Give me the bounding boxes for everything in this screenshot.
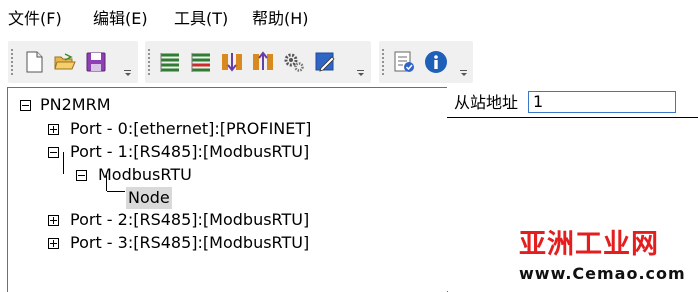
tree-node-port-1[interactable]: Port - 1:[RS485]:[ModbusRTU]	[48, 141, 348, 163]
tree-node-root[interactable]: PN2MRM	[20, 94, 180, 116]
menu-file[interactable]: 文件(F)	[8, 9, 62, 29]
watermark-url: www.Cemao.com	[519, 264, 686, 283]
toolbar-group-help	[379, 41, 473, 83]
toolbar-grip[interactable]	[148, 48, 150, 76]
slave-address-input[interactable]	[528, 91, 676, 113]
tree-label-port-1: Port - 1:[RS485]:[ModbusRTU]	[70, 142, 310, 161]
tree-label-port-3: Port - 3:[RS485]:[ModbusRTU]	[70, 233, 310, 252]
add-port-icon[interactable]	[157, 49, 183, 75]
tree-connector	[107, 191, 125, 192]
device-tree[interactable]: PN2MRM Port - 0:[ethernet]:[PROFINET] Po…	[7, 87, 448, 292]
menu-tools[interactable]: 工具(T)	[174, 9, 228, 29]
settings-gear-icon[interactable]	[281, 49, 307, 75]
tree-node-port-2[interactable]: Port - 2:[RS485]:[ModbusRTU]	[48, 209, 348, 231]
watermark-title: 亚洲工业网	[519, 229, 659, 260]
tree-label-node: Node	[126, 187, 172, 209]
collapse-icon[interactable]	[20, 100, 31, 111]
config-check-icon[interactable]	[391, 49, 417, 75]
tree-label-root: PN2MRM	[40, 95, 111, 114]
info-icon[interactable]	[423, 49, 449, 75]
toolbar-group-edit	[145, 41, 371, 83]
tree-label-port-2: Port - 2:[RS485]:[ModbusRTU]	[70, 210, 310, 229]
properties-pane: 从站地址	[447, 87, 698, 291]
toolbar-grip[interactable]	[11, 48, 13, 76]
slave-address-label: 从站地址	[454, 93, 519, 112]
toolbar-group-file	[8, 41, 138, 83]
toolbar-overflow-icon[interactable]	[124, 70, 132, 76]
tree-node-protocol[interactable]: ModbusRTU	[76, 164, 236, 186]
tree-label-port-0: Port - 0:[ethernet]:[PROFINET]	[70, 119, 312, 138]
expand-icon[interactable]	[48, 124, 59, 135]
expand-icon[interactable]	[48, 215, 59, 226]
tree-node-leaf[interactable]: Node	[126, 187, 206, 209]
toolbar-overflow-icon[interactable]	[460, 70, 468, 76]
download-icon[interactable]	[219, 49, 245, 75]
upload-icon[interactable]	[250, 49, 276, 75]
remove-port-icon[interactable]	[188, 49, 214, 75]
toolbar-overflow-icon[interactable]	[357, 70, 365, 76]
collapse-icon[interactable]	[48, 147, 59, 158]
tree-node-port-3[interactable]: Port - 3:[RS485]:[ModbusRTU]	[48, 232, 348, 254]
menu-bar: 文件(F) 编辑(E) 工具(T) 帮助(H)	[0, 0, 698, 38]
open-folder-icon[interactable]	[52, 49, 78, 75]
tree-label-protocol: ModbusRTU	[98, 165, 192, 184]
tree-node-port-0[interactable]: Port - 0:[ethernet]:[PROFINET]	[48, 118, 348, 140]
save-icon[interactable]	[83, 49, 109, 75]
edit-icon[interactable]	[312, 49, 338, 75]
slave-address-row: 从站地址	[447, 87, 698, 118]
collapse-icon[interactable]	[76, 170, 87, 181]
menu-help[interactable]: 帮助(H)	[252, 9, 309, 29]
expand-icon[interactable]	[48, 238, 59, 249]
new-file-icon[interactable]	[21, 49, 47, 75]
toolbar	[0, 38, 698, 87]
menu-edit[interactable]: 编辑(E)	[93, 9, 148, 29]
toolbar-grip[interactable]	[382, 48, 384, 76]
